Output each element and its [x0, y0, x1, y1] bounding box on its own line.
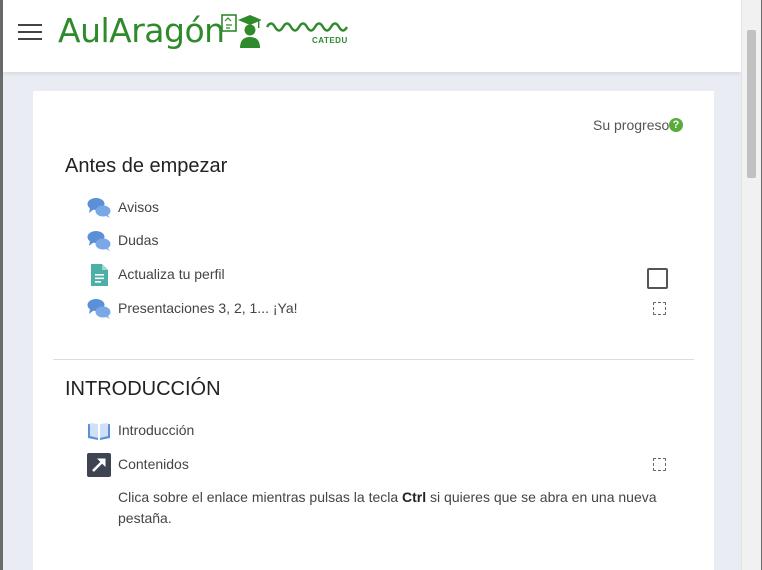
progress-label: Su progreso	[593, 117, 670, 133]
logo-subtext: CATEDU	[312, 36, 348, 45]
window-border-left	[0, 0, 3, 570]
activity-label: Presentaciones 3, 2, 1... ¡Ya!	[118, 300, 298, 316]
activity-label: Avisos	[118, 199, 159, 215]
manual-completion-checkbox[interactable]	[647, 268, 668, 289]
activity-introduccion[interactable]: Introducción	[87, 419, 687, 443]
activity-label: Dudas	[118, 232, 159, 248]
activity-presentaciones[interactable]: Presentaciones 3, 2, 1... ¡Ya!	[87, 297, 687, 321]
forum-icon	[87, 231, 111, 251]
section-title: Antes de empezar	[65, 155, 228, 177]
auto-completion-indicator	[653, 458, 666, 471]
page-icon	[91, 264, 108, 286]
activity-actualiza-perfil[interactable]: Actualiza tu perfil	[87, 263, 687, 287]
logo-text: AulAragón	[58, 11, 225, 50]
url-arrow-icon	[87, 453, 111, 477]
help-icon[interactable]: ?	[669, 118, 683, 132]
activity-label: Contenidos	[118, 456, 189, 472]
book-icon	[88, 423, 110, 440]
forum-icon	[87, 198, 111, 218]
top-navbar: AulAragón CATEDU	[3, 0, 741, 72]
wave-decoration-icon	[266, 22, 349, 32]
auto-completion-indicator	[653, 302, 666, 315]
activity-dudas[interactable]: Dudas	[87, 229, 687, 253]
forum-icon	[87, 299, 111, 319]
course-content-card: Su progreso ? Antes de empezar Avisos Du…	[33, 91, 714, 570]
page-scrollbar[interactable]	[741, 0, 761, 570]
ctrl-key-text: Ctrl	[402, 489, 427, 505]
scrollbar-thumb[interactable]	[747, 30, 756, 178]
graduate-mascot-icon	[221, 14, 261, 48]
section-title: INTRODUCCIÓN	[65, 378, 221, 400]
activity-contenidos[interactable]: Contenidos	[87, 453, 687, 477]
section-divider	[53, 359, 694, 360]
activity-label: Actualiza tu perfil	[118, 266, 225, 282]
hamburger-icon[interactable]	[18, 21, 42, 41]
activity-avisos[interactable]: Avisos	[87, 196, 687, 220]
section-description: Clica sobre el enlace mientras pulsas la…	[118, 489, 657, 526]
activity-label: Introducción	[118, 422, 195, 438]
